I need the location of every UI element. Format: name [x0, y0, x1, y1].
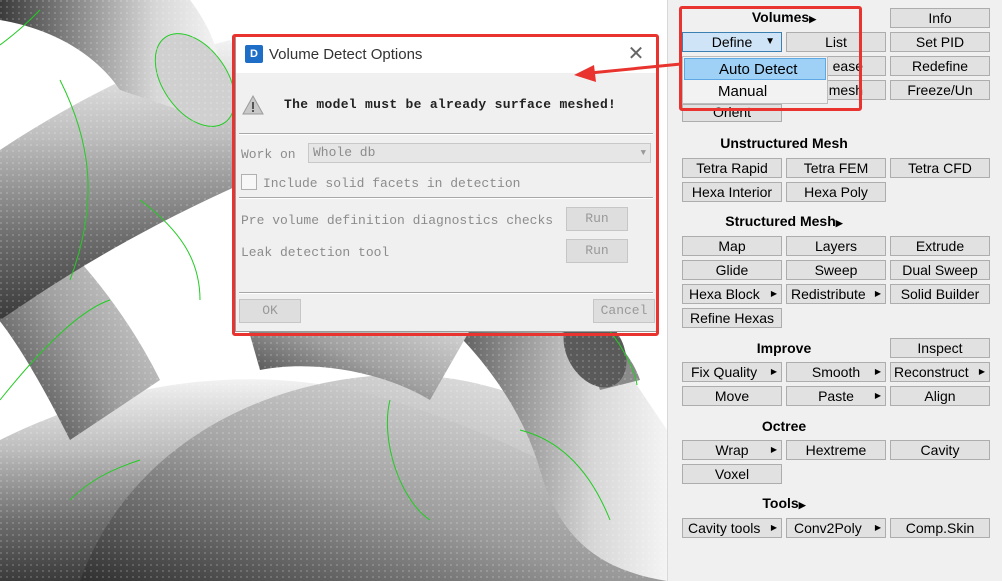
submenu-triangle-icon: ▶: [835, 218, 843, 228]
redefine-button[interactable]: Redefine: [890, 56, 990, 76]
align-button[interactable]: Align: [890, 386, 990, 406]
conv2poly-label: Conv2Poly: [794, 520, 862, 536]
cavity-button[interactable]: Cavity: [890, 440, 990, 460]
extrude-button[interactable]: Extrude: [890, 236, 990, 256]
redistribute-button[interactable]: Redistribute ▶: [786, 284, 886, 304]
tools-section-header[interactable]: Tools▶: [682, 495, 886, 511]
wrap-label: Wrap: [715, 442, 749, 458]
solid-builder-button[interactable]: Solid Builder: [890, 284, 990, 304]
submenu-triangle-icon: ▶: [874, 367, 881, 376]
section-title: Tools: [762, 495, 799, 511]
hexa-block-button[interactable]: Hexa Block ▶: [682, 284, 782, 304]
paste-label: Paste: [818, 388, 854, 404]
submenu-triangle-icon: ▶: [770, 289, 777, 298]
set-pid-button[interactable]: Set PID: [890, 32, 990, 52]
smooth-label: Smooth: [811, 364, 861, 380]
hexa-interior-button[interactable]: Hexa Interior: [682, 182, 782, 202]
layers-button[interactable]: Layers: [786, 236, 886, 256]
fix-quality-label: Fix Quality: [691, 364, 758, 380]
hexa-poly-button[interactable]: Hexa Poly: [786, 182, 886, 202]
paste-button[interactable]: Paste ▶: [786, 386, 886, 406]
submenu-triangle-icon: ▶: [978, 367, 985, 376]
sweep-button[interactable]: Sweep: [786, 260, 886, 280]
structured-mesh-section-header[interactable]: Structured Mesh▶: [682, 213, 886, 229]
glide-button[interactable]: Glide: [682, 260, 782, 280]
annotation-box-dialog: [232, 34, 659, 336]
submenu-triangle-icon: ▶: [798, 500, 806, 510]
cavity-tools-label: Cavity tools: [688, 520, 761, 536]
fix-quality-button[interactable]: Fix Quality ▶: [682, 362, 782, 382]
smooth-button[interactable]: Smooth ▶: [786, 362, 886, 382]
octree-section-header: Octree: [761, 418, 807, 434]
dual-sweep-button[interactable]: Dual Sweep: [890, 260, 990, 280]
submenu-triangle-icon: ▶: [770, 523, 777, 532]
refine-hexas-button[interactable]: Refine Hexas: [682, 308, 782, 328]
voxel-button[interactable]: Voxel: [682, 464, 782, 484]
map-button[interactable]: Map: [682, 236, 782, 256]
info-button[interactable]: Info: [890, 8, 990, 28]
unstructured-mesh-section-header: Unstructured Mesh: [720, 135, 848, 151]
submenu-triangle-icon: ▶: [874, 391, 881, 400]
wrap-button[interactable]: Wrap ▶: [682, 440, 782, 460]
conv2poly-button[interactable]: Conv2Poly ▶: [786, 518, 886, 538]
inspect-button[interactable]: Inspect: [890, 338, 990, 358]
tetra-rapid-button[interactable]: Tetra Rapid: [682, 158, 782, 178]
reconstruct-button[interactable]: Reconstruct ▶: [890, 362, 990, 382]
submenu-triangle-icon: ▶: [770, 367, 777, 376]
annotation-box-define-menu: [679, 6, 862, 111]
redistribute-label: Redistribute: [791, 286, 866, 302]
hexa-block-label: Hexa Block: [689, 286, 760, 302]
comp-skin-button[interactable]: Comp.Skin: [890, 518, 990, 538]
submenu-triangle-icon: ▶: [770, 445, 777, 454]
submenu-triangle-icon: ▶: [874, 289, 881, 298]
section-title: Structured Mesh: [725, 213, 836, 229]
cavity-tools-button[interactable]: Cavity tools ▶: [682, 518, 782, 538]
tetra-fem-button[interactable]: Tetra FEM: [786, 158, 886, 178]
submenu-triangle-icon: ▶: [874, 523, 881, 532]
freeze-button[interactable]: Freeze/Un: [890, 80, 990, 100]
reconstruct-label: Reconstruct: [894, 364, 969, 380]
move-button[interactable]: Move: [682, 386, 782, 406]
hextreme-button[interactable]: Hextreme: [786, 440, 886, 460]
tetra-cfd-button[interactable]: Tetra CFD: [890, 158, 990, 178]
improve-section-header: Improve: [756, 340, 812, 356]
